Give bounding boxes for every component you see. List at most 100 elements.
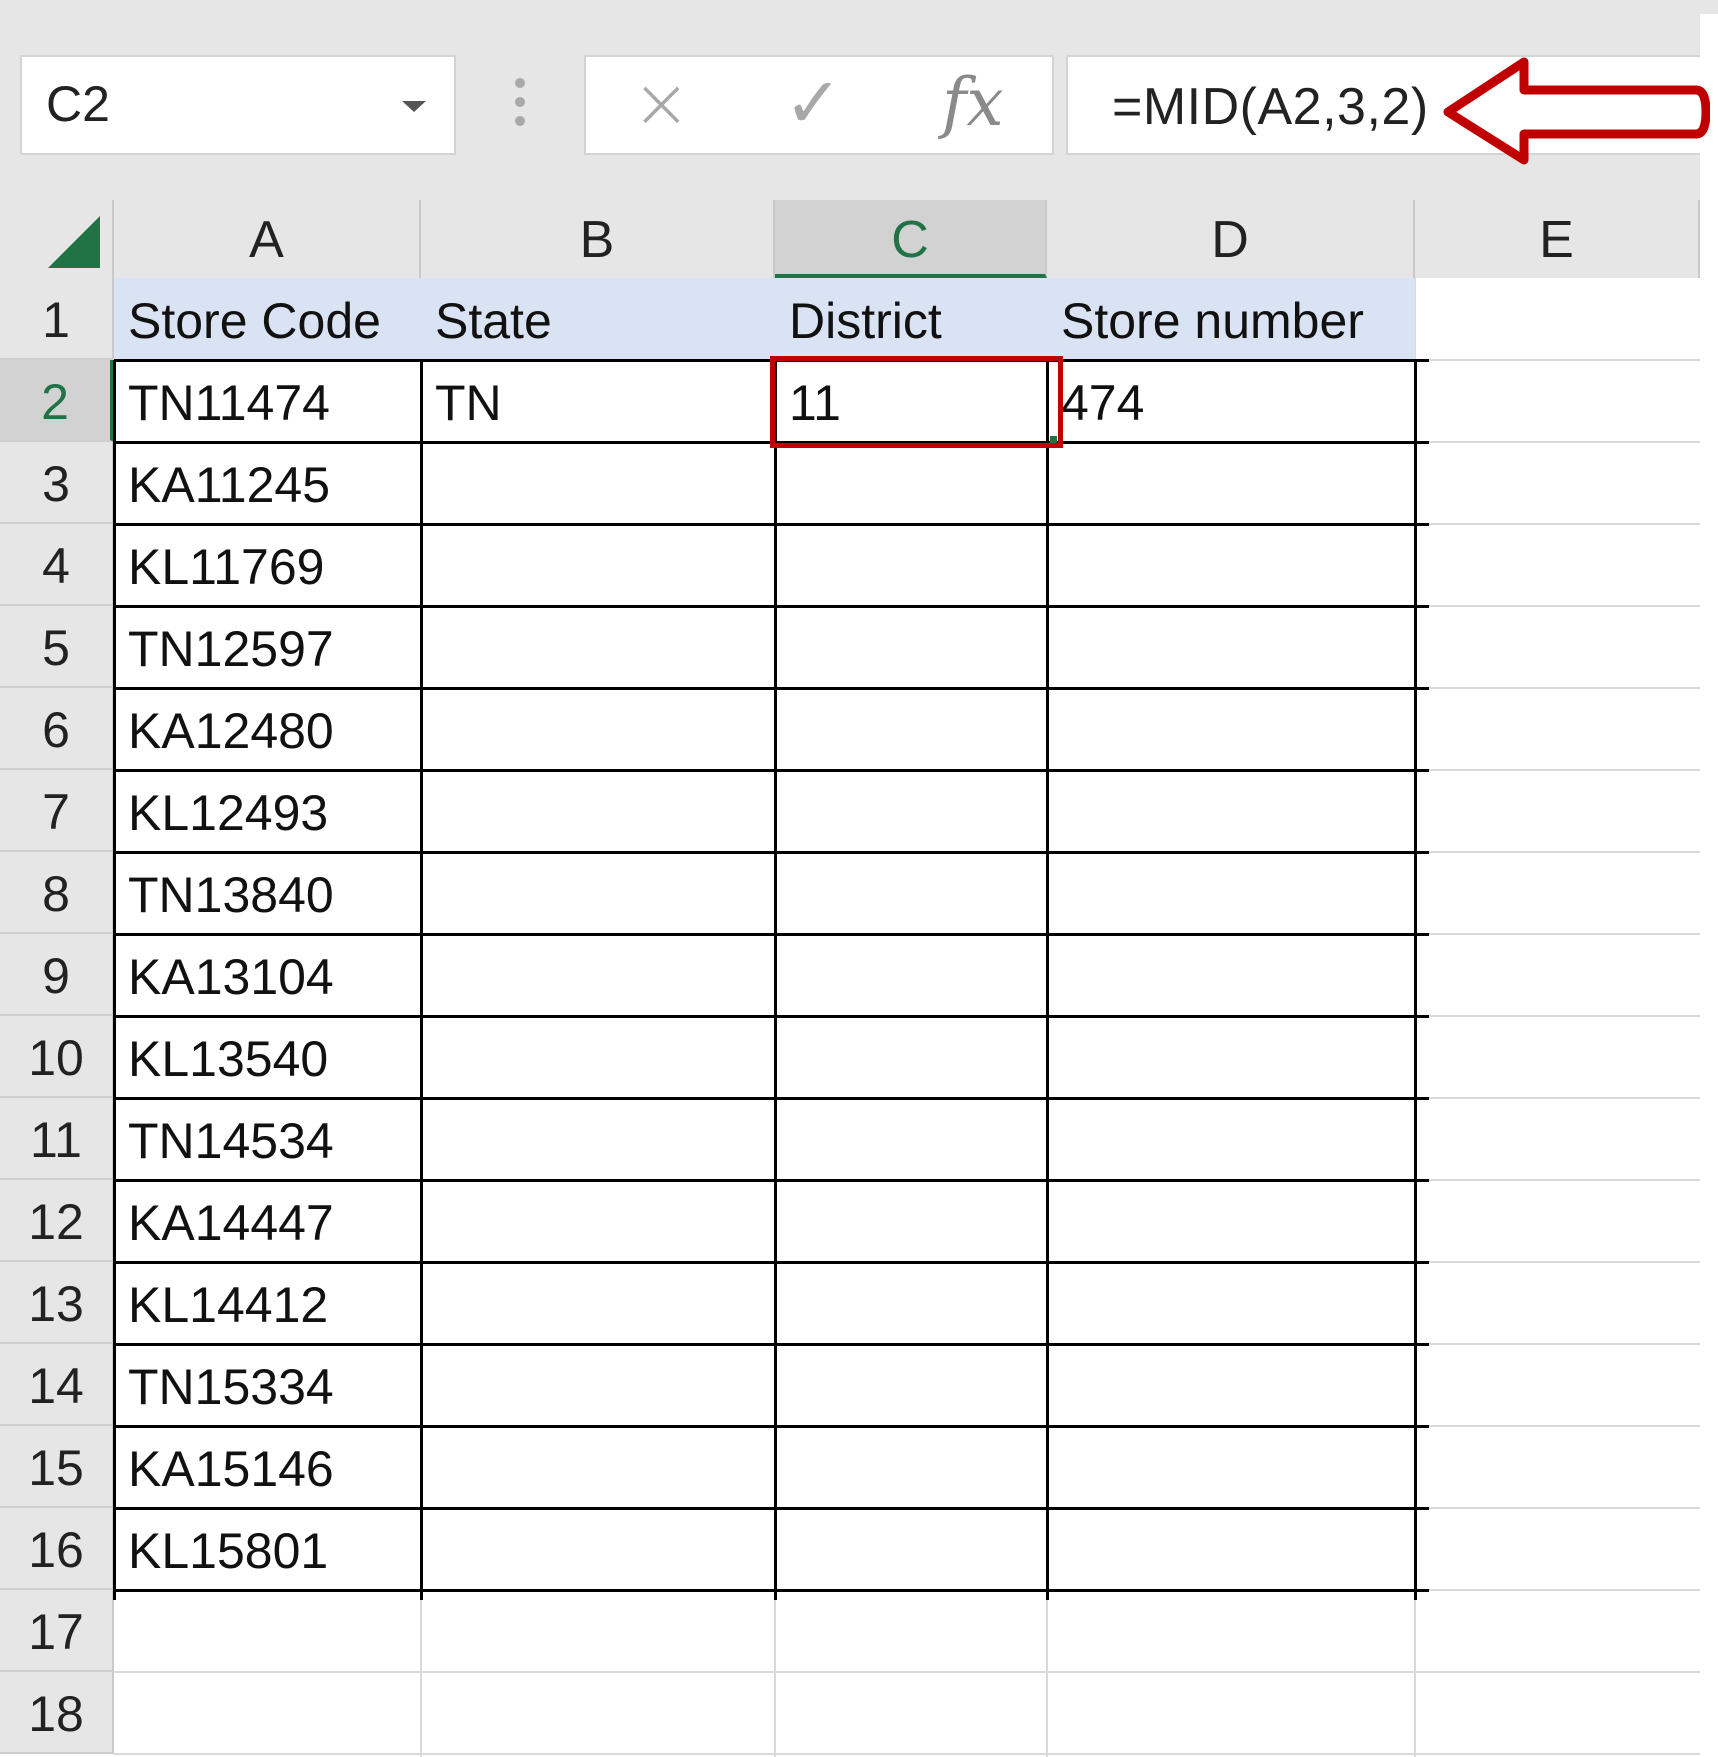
cell-d3[interactable] [1047, 442, 1415, 524]
cell-c8[interactable] [775, 852, 1047, 934]
cell-b15[interactable] [421, 1426, 775, 1508]
cell-c9[interactable] [775, 934, 1047, 1016]
cell-d10[interactable] [1047, 1016, 1415, 1098]
row-header-10[interactable]: 10 [0, 1016, 114, 1098]
row-header-15[interactable]: 15 [0, 1426, 114, 1508]
name-box[interactable]: C2 [20, 55, 456, 155]
table-border-vertical [113, 360, 116, 1600]
row-header-14[interactable]: 14 [0, 1344, 114, 1426]
row-header-6[interactable]: 6 [0, 688, 114, 770]
cancel-icon[interactable]: × [632, 63, 691, 143]
cell-a3[interactable]: KA11245 [114, 442, 421, 524]
row-header-8[interactable]: 8 [0, 852, 114, 934]
cell-c12[interactable] [775, 1180, 1047, 1262]
cell-c10[interactable] [775, 1016, 1047, 1098]
cell-b4[interactable] [421, 524, 775, 606]
cell-b14[interactable] [421, 1344, 775, 1426]
cell-d2[interactable]: 474 [1047, 360, 1415, 442]
chevron-down-icon[interactable] [402, 101, 426, 112]
cell-b9[interactable] [421, 934, 775, 1016]
cell-d16[interactable] [1047, 1508, 1415, 1590]
cell-b16[interactable] [421, 1508, 775, 1590]
cell-b3[interactable] [421, 442, 775, 524]
cell-c13[interactable] [775, 1262, 1047, 1344]
table-border-horizontal [114, 1343, 1429, 1346]
cell-d15[interactable] [1047, 1426, 1415, 1508]
column-header-c[interactable]: C [775, 200, 1047, 278]
cell-b13[interactable] [421, 1262, 775, 1344]
column-header-d[interactable]: D [1047, 200, 1415, 278]
cell-a2[interactable]: TN11474 [114, 360, 421, 442]
cell-d6[interactable] [1047, 688, 1415, 770]
cell-c1[interactable]: District [775, 278, 1047, 360]
cell-c16[interactable] [775, 1508, 1047, 1590]
cell-a10[interactable]: KL13540 [114, 1016, 421, 1098]
cell-b2[interactable]: TN [421, 360, 775, 442]
row-header-2[interactable]: 2 [0, 360, 114, 442]
cell-a11[interactable]: TN14534 [114, 1098, 421, 1180]
cell-c6[interactable] [775, 688, 1047, 770]
window-top-strip [0, 0, 1718, 14]
cell-d14[interactable] [1047, 1344, 1415, 1426]
cell-a9[interactable]: KA13104 [114, 934, 421, 1016]
row-header-18[interactable]: 18 [0, 1672, 114, 1754]
cell-d5[interactable] [1047, 606, 1415, 688]
cell-b8[interactable] [421, 852, 775, 934]
select-all-corner[interactable] [0, 200, 114, 278]
cell-d1[interactable]: Store number [1047, 278, 1415, 360]
cell-b1[interactable]: State [421, 278, 775, 360]
cell-b11[interactable] [421, 1098, 775, 1180]
enter-check-icon[interactable]: ✓ [784, 63, 843, 143]
cell-c7[interactable] [775, 770, 1047, 852]
cell-c3[interactable] [775, 442, 1047, 524]
row-header-4[interactable]: 4 [0, 524, 114, 606]
column-header-e[interactable]: E [1415, 200, 1700, 278]
row-header-7[interactable]: 7 [0, 770, 114, 852]
cell-c5[interactable] [775, 606, 1047, 688]
cell-b10[interactable] [421, 1016, 775, 1098]
cell-a8[interactable]: TN13840 [114, 852, 421, 934]
cell-a6[interactable]: KA12480 [114, 688, 421, 770]
row-header-1[interactable]: 1 [0, 278, 114, 360]
cell-b6[interactable] [421, 688, 775, 770]
cell-b7[interactable] [421, 770, 775, 852]
cell-c11[interactable] [775, 1098, 1047, 1180]
column-header-b[interactable]: B [421, 200, 775, 278]
cell-a14[interactable]: TN15334 [114, 1344, 421, 1426]
cell-d8[interactable] [1047, 852, 1415, 934]
cell-d9[interactable] [1047, 934, 1415, 1016]
cell-b5[interactable] [421, 606, 775, 688]
cell-c15[interactable] [775, 1426, 1047, 1508]
row-header-11[interactable]: 11 [0, 1098, 114, 1180]
cell-a5[interactable]: TN12597 [114, 606, 421, 688]
cell-a13[interactable]: KL14412 [114, 1262, 421, 1344]
cell-d12[interactable] [1047, 1180, 1415, 1262]
row-header-16[interactable]: 16 [0, 1508, 114, 1590]
fill-handle[interactable] [1050, 436, 1057, 443]
column-header-a[interactable]: A [114, 200, 421, 278]
row-header-3[interactable]: 3 [0, 442, 114, 524]
cell-d4[interactable] [1047, 524, 1415, 606]
cell-d13[interactable] [1047, 1262, 1415, 1344]
cell-b12[interactable] [421, 1180, 775, 1262]
drag-handle-icon[interactable] [512, 78, 528, 130]
cell-a4[interactable]: KL11769 [114, 524, 421, 606]
cell-d11[interactable] [1047, 1098, 1415, 1180]
cell-c14[interactable] [775, 1344, 1047, 1426]
table-border-horizontal [114, 933, 1429, 936]
insert-function-icon[interactable]: fx [942, 63, 1004, 143]
row-header-12[interactable]: 12 [0, 1180, 114, 1262]
cell-a15[interactable]: KA15146 [114, 1426, 421, 1508]
table-border-vertical [774, 360, 777, 1600]
cell-a7[interactable]: KL12493 [114, 770, 421, 852]
table-border-horizontal [114, 769, 1429, 772]
row-header-17[interactable]: 17 [0, 1590, 114, 1672]
row-header-13[interactable]: 13 [0, 1262, 114, 1344]
cell-a12[interactable]: KA14447 [114, 1180, 421, 1262]
row-header-5[interactable]: 5 [0, 606, 114, 688]
cell-a1[interactable]: Store Code [114, 278, 421, 360]
cell-c4[interactable] [775, 524, 1047, 606]
cell-a16[interactable]: KL15801 [114, 1508, 421, 1590]
row-header-9[interactable]: 9 [0, 934, 114, 1016]
cell-d7[interactable] [1047, 770, 1415, 852]
